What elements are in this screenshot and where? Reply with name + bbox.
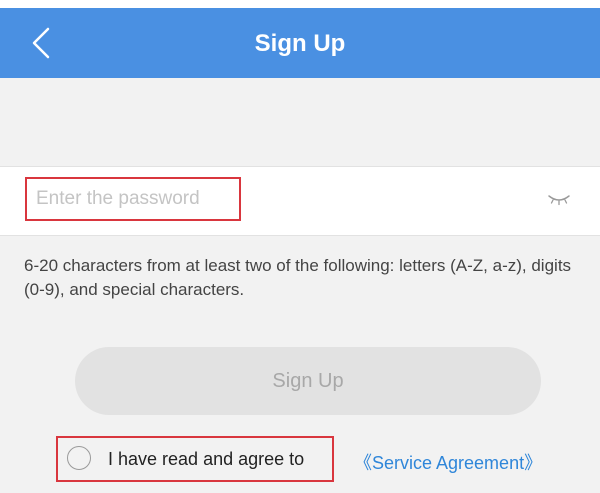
- password-hint: 6-20 characters from at least two of the…: [24, 256, 572, 299]
- spacer-area: [0, 78, 600, 166]
- eye-closed-icon[interactable]: [547, 191, 571, 207]
- agree-radio[interactable]: [67, 446, 91, 470]
- service-agreement-link[interactable]: 《Service Agreement》: [354, 449, 542, 475]
- navigation-bar: Sign Up: [0, 8, 600, 78]
- agreement-text: I have read and agree to: [108, 449, 305, 469]
- divider: [0, 235, 600, 236]
- top-strip: [0, 0, 600, 8]
- sign-up-button[interactable]: Sign Up: [75, 347, 541, 415]
- password-input[interactable]: [30, 181, 246, 217]
- page-title: Sign Up: [254, 30, 346, 57]
- password-row: [0, 167, 600, 235]
